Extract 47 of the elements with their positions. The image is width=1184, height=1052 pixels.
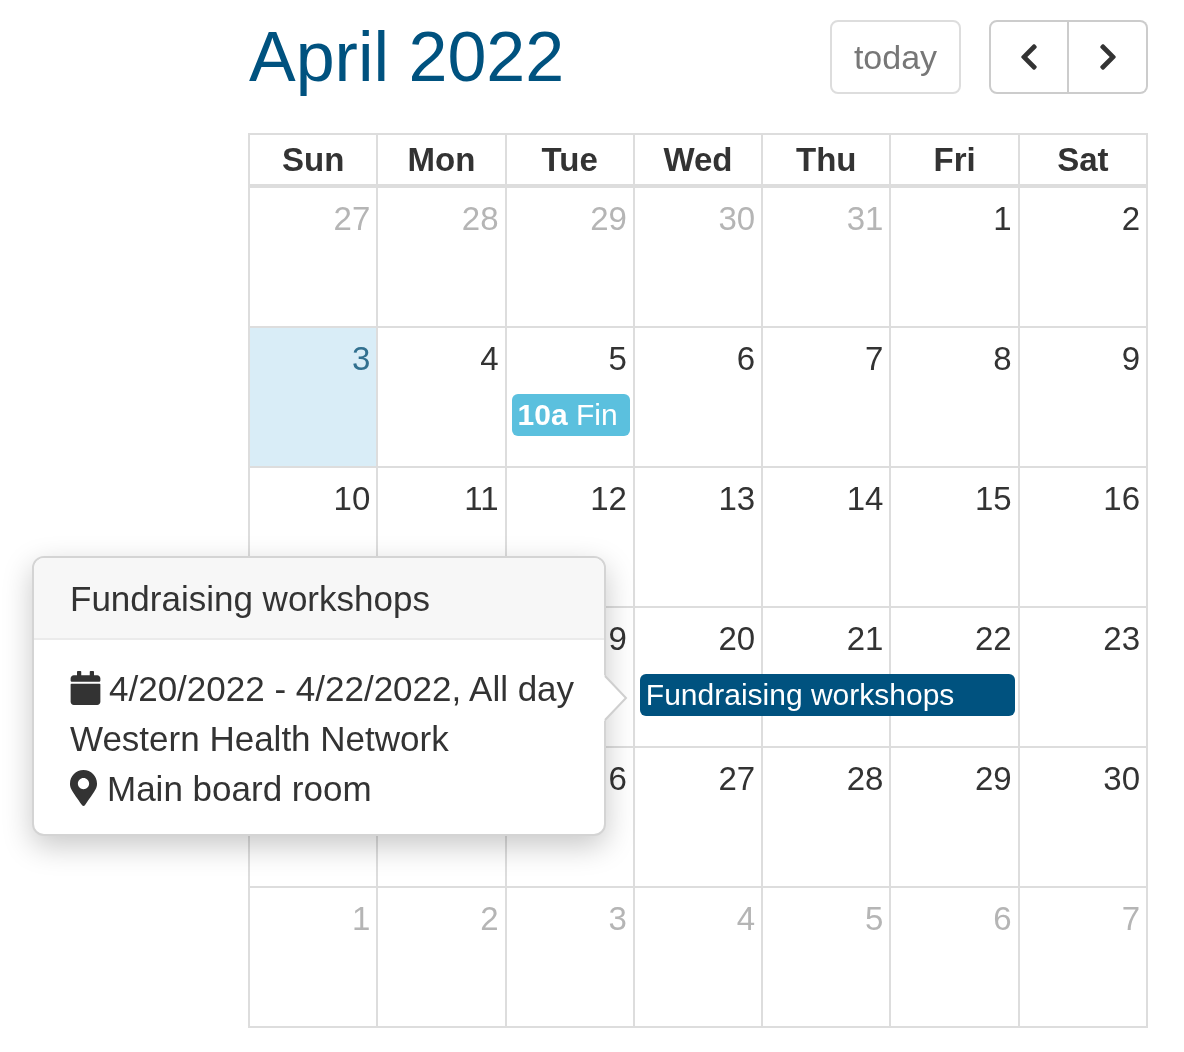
day-number: 29 bbox=[590, 202, 627, 235]
day-number: 8 bbox=[993, 342, 1012, 375]
day-number: 22 bbox=[975, 622, 1012, 655]
day-number: 1 bbox=[993, 202, 1012, 235]
day-number: 5 bbox=[865, 902, 884, 935]
day-number: 4 bbox=[736, 902, 756, 935]
day-number: 6 bbox=[736, 342, 756, 375]
day-number: 13 bbox=[718, 482, 756, 515]
day-number: 27 bbox=[718, 762, 756, 795]
day-number: 16 bbox=[1103, 482, 1140, 515]
day-number: 30 bbox=[1103, 762, 1140, 795]
day-number: 5 bbox=[608, 342, 627, 375]
calendar-icon bbox=[70, 671, 101, 705]
day-number: 7 bbox=[865, 342, 884, 375]
day-number: 4 bbox=[480, 342, 499, 375]
day-number: 21 bbox=[846, 622, 884, 655]
next-button[interactable] bbox=[1069, 20, 1148, 94]
day-number: 7 bbox=[1121, 902, 1140, 935]
day-number: 14 bbox=[846, 482, 884, 515]
organizer-name: Western Health Network bbox=[70, 720, 449, 756]
day-number: 31 bbox=[846, 202, 884, 235]
day-number: 28 bbox=[461, 202, 499, 235]
location-pin-icon bbox=[70, 770, 97, 806]
day-number: 30 bbox=[718, 202, 756, 235]
event-dates: 4/20/2022 - 4/22/2022, All day bbox=[109, 670, 575, 706]
day-number: 29 bbox=[975, 762, 1012, 795]
day-number: 9 bbox=[1121, 342, 1140, 375]
day-number: 6 bbox=[993, 902, 1012, 935]
day-number: 28 bbox=[846, 762, 884, 795]
day-number: 9 bbox=[608, 622, 627, 655]
day-number: 6 bbox=[608, 762, 627, 795]
day-number: 12 bbox=[590, 482, 627, 515]
day-number: 3 bbox=[608, 902, 627, 935]
day-number: 23 bbox=[1103, 622, 1140, 655]
day-number: 2 bbox=[480, 902, 499, 935]
popover-title: Fundraising workshops bbox=[34, 558, 604, 640]
day-number: 1 bbox=[351, 902, 371, 935]
day-number: 2 bbox=[1121, 202, 1140, 235]
previous-button[interactable] bbox=[989, 20, 1069, 94]
day-number: 15 bbox=[975, 482, 1012, 515]
day-number: 20 bbox=[718, 622, 756, 655]
day-number: 10 bbox=[333, 482, 371, 515]
day-number: 3 bbox=[351, 342, 371, 375]
location-text: Main board room bbox=[107, 770, 372, 806]
day-number: 27 bbox=[333, 202, 371, 235]
day-number: 11 bbox=[464, 482, 499, 515]
event-chip[interactable]: Fundraising workshops bbox=[639, 674, 1015, 716]
